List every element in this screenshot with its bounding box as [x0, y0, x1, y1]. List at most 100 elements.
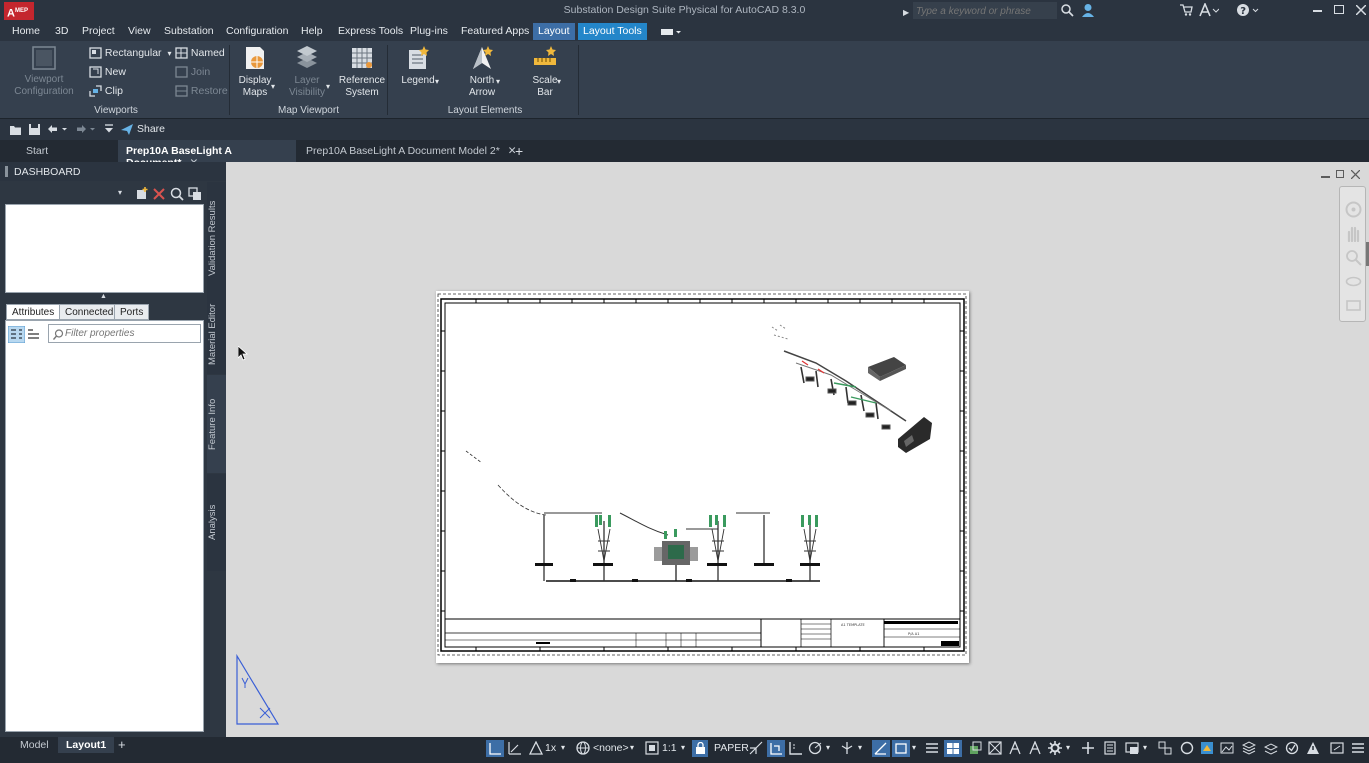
viewport-scale-icon[interactable]: [645, 741, 659, 755]
doc-tab-start[interactable]: Start: [18, 140, 56, 162]
isolate-objects-icon[interactable]: [1180, 741, 1194, 755]
zoom-extents-icon[interactable]: [1345, 249, 1362, 266]
palette-grip[interactable]: [5, 166, 8, 177]
side-tab-validation-results[interactable]: Validation Results: [207, 182, 226, 294]
steering-wheel-icon[interactable]: [1345, 201, 1362, 218]
filter-input[interactable]: [65, 327, 195, 340]
zoom-to-icon[interactable]: [170, 187, 184, 201]
customize-qat-icon[interactable]: [104, 124, 114, 135]
rectangular-dropdown-icon[interactable]: ▾: [167, 49, 171, 58]
side-tab-analysis[interactable]: Analysis: [207, 474, 226, 571]
reference-system-button[interactable]: Reference System: [338, 45, 386, 99]
tab-attributes[interactable]: Attributes: [6, 304, 61, 320]
graphics-performance-icon[interactable]: [1158, 741, 1172, 755]
display-maps-button[interactable]: Display Maps: [236, 45, 274, 99]
annotation-scale-dropdown-icon[interactable]: ▾: [561, 743, 565, 752]
delete-icon[interactable]: [153, 188, 165, 200]
filter-properties-field[interactable]: [48, 324, 201, 343]
categorized-view-icon[interactable]: [8, 326, 25, 343]
minimize-icon[interactable]: [1313, 10, 1322, 12]
selection-list[interactable]: [5, 204, 204, 293]
3d-object-snap-icon[interactable]: [988, 741, 1002, 755]
tab-layout1[interactable]: Layout1: [58, 737, 115, 753]
pan-hand-icon[interactable]: [1345, 225, 1362, 242]
hardware-acceleration-icon[interactable]: [1285, 741, 1299, 755]
map-icon[interactable]: [1200, 741, 1214, 755]
tab-configuration[interactable]: Configuration: [226, 25, 288, 37]
tab-home[interactable]: Home: [12, 25, 40, 37]
search-icon[interactable]: [1061, 4, 1074, 17]
tab-ports[interactable]: Ports: [114, 304, 150, 320]
add-feature-icon[interactable]: [135, 187, 149, 200]
maximize-icon[interactable]: [1334, 5, 1344, 14]
workspace-switch-icon[interactable]: [661, 27, 683, 37]
dynamic-ucs-icon[interactable]: [1008, 741, 1022, 755]
splitter-up-icon[interactable]: ▲: [100, 293, 107, 300]
polar-tracking-icon[interactable]: [808, 741, 822, 755]
viewport-minimize-icon[interactable]: [1321, 176, 1330, 178]
warning-icon[interactable]: [1306, 741, 1320, 755]
tab-featured-apps[interactable]: Featured Apps: [461, 25, 529, 37]
close-icon[interactable]: [1356, 5, 1366, 15]
display-maps-dropdown-icon[interactable]: ▾: [271, 82, 275, 91]
isodraft-icon[interactable]: [840, 741, 854, 755]
alphabetical-view-icon[interactable]: [27, 328, 40, 341]
quick-properties-icon[interactable]: [1125, 741, 1139, 755]
named-viewports-button[interactable]: Named: [175, 47, 225, 59]
tab-model[interactable]: Model: [12, 737, 57, 753]
tab-plug-ins[interactable]: Plug-ins: [410, 25, 448, 37]
scale-bar-button[interactable]: Scale Bar: [528, 45, 562, 99]
polar-dropdown-icon[interactable]: ▾: [826, 743, 830, 752]
viewport-configuration-button[interactable]: Viewport Configuration: [10, 46, 78, 98]
drawing-canvas[interactable]: A1 TEMPLATE P/A A1: [226, 162, 1369, 737]
showmotion-icon[interactable]: [1345, 297, 1362, 314]
tab-view[interactable]: View: [128, 25, 151, 37]
open-file-icon[interactable]: [9, 123, 23, 136]
expand-search-icon[interactable]: ▶: [903, 4, 909, 22]
space-indicator[interactable]: PAPER: [714, 742, 749, 754]
workspace-dropdown-icon[interactable]: ▾: [1066, 743, 1070, 752]
legend-button[interactable]: Legend: [398, 45, 438, 87]
restore-viewports-button[interactable]: Restore: [175, 85, 228, 97]
coordinate-system-value[interactable]: <none>: [593, 742, 629, 754]
viewport-scale-value[interactable]: 1:1: [662, 742, 677, 754]
new-tab-icon[interactable]: +: [515, 143, 523, 159]
ortho-icon[interactable]: [789, 741, 803, 755]
infer-constraints-icon[interactable]: [749, 741, 763, 755]
share-icon[interactable]: [120, 123, 134, 136]
cart-icon[interactable]: [1180, 4, 1193, 16]
workspace-gear-icon[interactable]: [1048, 741, 1062, 755]
share-label[interactable]: Share: [137, 123, 165, 135]
selection-dropdown-icon[interactable]: ▾: [118, 188, 122, 197]
image-icon[interactable]: [1220, 741, 1234, 755]
lineweight-icon[interactable]: [925, 741, 939, 755]
help-icon[interactable]: ?: [1236, 3, 1260, 17]
clean-screen-icon[interactable]: [1330, 741, 1344, 755]
quick-properties-dropdown-icon[interactable]: ▾: [1143, 743, 1147, 752]
viewport-scale-dropdown-icon[interactable]: ▾: [681, 743, 685, 752]
tab-layout[interactable]: Layout: [533, 23, 575, 40]
search-input[interactable]: [913, 2, 1057, 19]
tab-help[interactable]: Help: [301, 25, 323, 37]
globe-icon[interactable]: [576, 741, 590, 755]
north-arrow-button[interactable]: North Arrow: [464, 45, 500, 99]
orbit-icon[interactable]: [1345, 273, 1362, 290]
side-tab-material-editor[interactable]: Material Editor: [207, 294, 226, 374]
add-layout-icon[interactable]: +: [118, 737, 126, 752]
layer-visibility-dropdown-icon[interactable]: ▾: [326, 82, 330, 91]
rectangular-viewport-button[interactable]: Rectangular ▾: [89, 47, 171, 59]
customization-menu-icon[interactable]: [1351, 741, 1365, 755]
tab-3d[interactable]: 3D: [55, 25, 68, 37]
doc-tab-model-2[interactable]: Prep10A BaseLight A Document Model 2* ✕: [298, 140, 525, 162]
north-arrow-dropdown-icon[interactable]: ▾: [496, 77, 500, 86]
legend-dropdown-icon[interactable]: ▾: [435, 77, 439, 86]
doc-tab-document[interactable]: Prep10A BaseLight A Document*✕: [118, 140, 296, 169]
units-icon[interactable]: [1103, 741, 1117, 755]
annotation-monitor-icon[interactable]: [1081, 741, 1095, 755]
copy-attributes-icon[interactable]: [188, 187, 202, 201]
isodraft-dropdown-icon[interactable]: ▾: [858, 743, 862, 752]
side-tab-feature-info[interactable]: Feature Info: [207, 375, 226, 473]
layer-visibility-button[interactable]: Layer Visibility: [287, 45, 327, 99]
application-menu-button[interactable]: AMEP: [4, 2, 34, 20]
coordinate-system-dropdown-icon[interactable]: ▾: [630, 743, 634, 752]
